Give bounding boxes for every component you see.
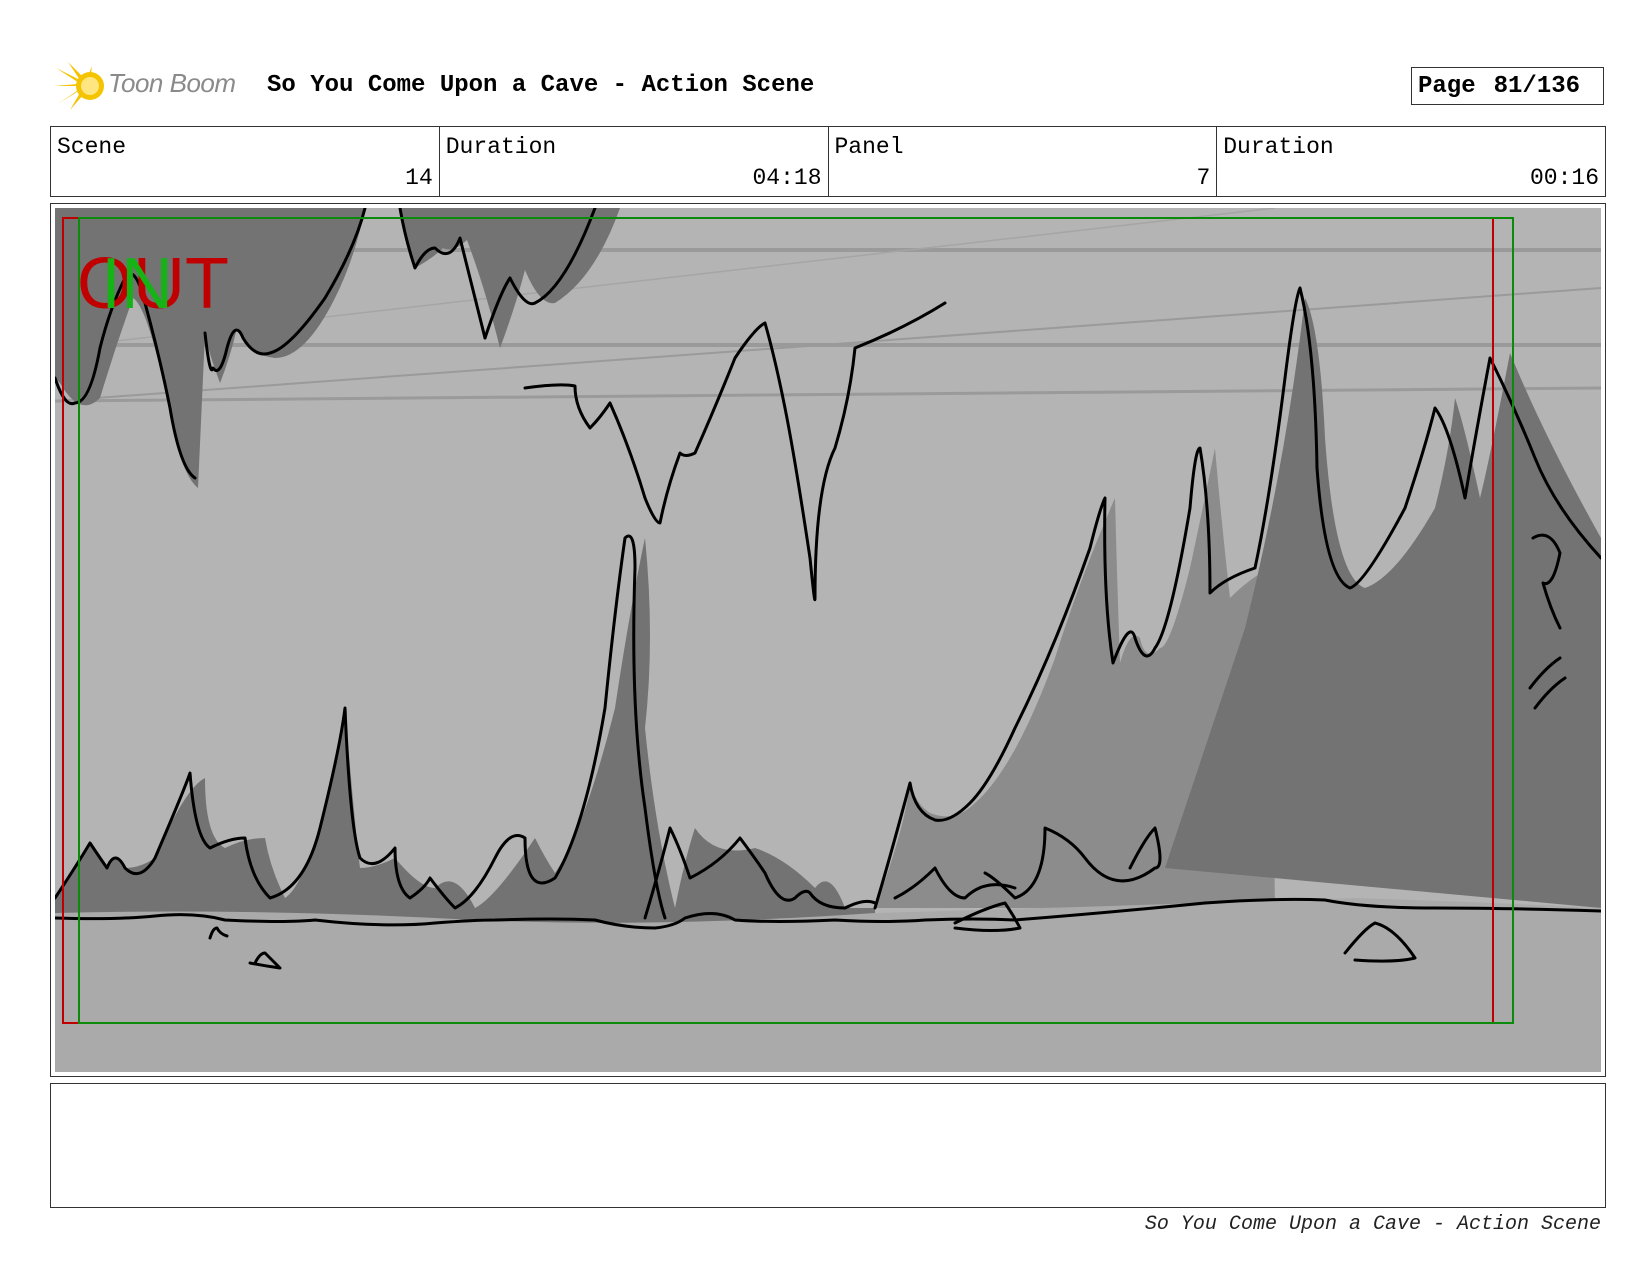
document-title: So You Come Upon a Cave - Action Scene bbox=[267, 72, 815, 99]
footer-title: So You Come Upon a Cave - Action Scene bbox=[1144, 1213, 1601, 1236]
storyboard-panel: OUT IN bbox=[50, 203, 1606, 1077]
logo-text: Toon Boom bbox=[108, 68, 236, 98]
info-label: Panel bbox=[834, 134, 904, 160]
overlay-in-label: IN bbox=[101, 244, 173, 324]
logo-burst-icon bbox=[54, 62, 104, 110]
toon-boom-logo: Toon Boom bbox=[54, 60, 250, 112]
info-cell-panel: Panel 7 bbox=[829, 127, 1218, 196]
ground bbox=[55, 898, 1601, 1072]
info-value: 00:16 bbox=[1529, 165, 1599, 191]
page-label: Page bbox=[1418, 72, 1476, 100]
info-label: Duration bbox=[1223, 134, 1334, 160]
info-cell-panel-duration: Duration 00:16 bbox=[1217, 127, 1605, 196]
info-value: 04:18 bbox=[752, 165, 822, 191]
panel-drawing: OUT IN bbox=[55, 208, 1601, 1072]
info-cell-scene: Scene 14 bbox=[51, 127, 440, 196]
page-number: 81/136 bbox=[1493, 72, 1581, 100]
info-value: 14 bbox=[405, 165, 433, 191]
page-indicator: Page 81/136 bbox=[1411, 67, 1604, 105]
info-label: Scene bbox=[57, 134, 127, 160]
info-label: Duration bbox=[445, 134, 557, 160]
notes-box bbox=[50, 1083, 1606, 1208]
info-value: 7 bbox=[1196, 165, 1211, 191]
info-cell-scene-duration: Duration 04:18 bbox=[440, 127, 829, 196]
panel-info-row: Scene 14 Duration 04:18 Panel 7 Duration… bbox=[50, 126, 1606, 197]
